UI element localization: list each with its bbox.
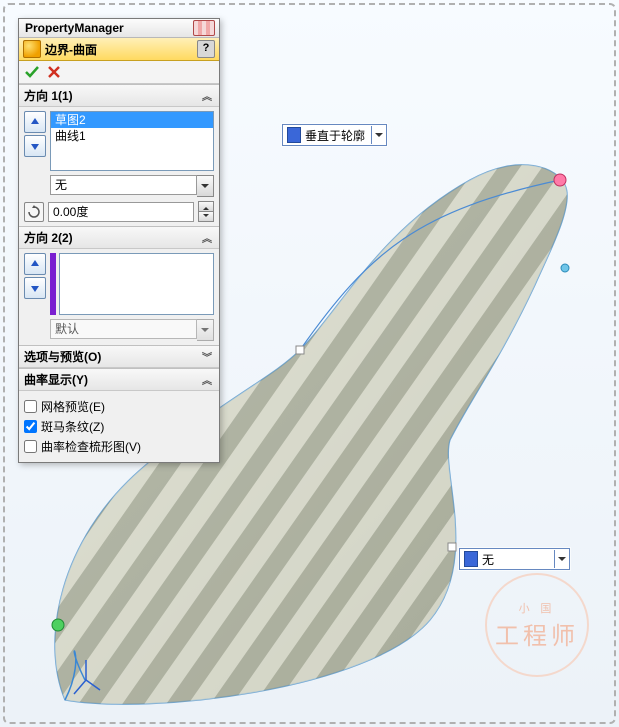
section-title: 曲率显示(Y) <box>24 371 200 388</box>
section-curvature-display: 曲率显示(Y) ︽ 网格预览(E) 斑马条纹(Z) 曲率检查梳形图(V) <box>19 368 219 462</box>
feature-titlebar: 边界-曲面 ? <box>19 38 219 61</box>
watermark: 小 国 工程师 <box>485 573 589 677</box>
ok-button[interactable] <box>24 64 40 80</box>
direction1-type-select[interactable]: 无 <box>50 175 214 197</box>
callout-dropdown-button[interactable] <box>554 550 569 568</box>
boundary-surface-icon <box>23 40 41 58</box>
callout-label: 无 <box>482 551 554 568</box>
list-item[interactable]: 曲线1 <box>51 128 213 144</box>
feature-title: 边界-曲面 <box>45 41 197 58</box>
mesh-preview-checkbox[interactable]: 网格预览(E) <box>24 398 214 415</box>
expand-icon[interactable]: ︾ <box>200 349 214 364</box>
move-down-button[interactable] <box>24 135 46 157</box>
checkbox-input[interactable] <box>24 400 37 413</box>
checkbox-label: 曲率检查梳形图(V) <box>41 438 141 455</box>
curvature-comb-checkbox[interactable]: 曲率检查梳形图(V) <box>24 438 214 455</box>
viewport[interactable]: 垂直于轮廓 无 小 国 工程师 PropertyManager 边界-曲面 ? <box>0 0 619 727</box>
spin-down-button[interactable] <box>198 212 214 222</box>
select-dropdown-button[interactable] <box>197 319 214 341</box>
collapse-icon[interactable]: ︽ <box>200 372 214 387</box>
section-header[interactable]: 曲率显示(Y) ︽ <box>19 369 219 391</box>
callout-dropdown-button[interactable] <box>371 126 386 144</box>
collapse-icon[interactable]: ︽ <box>200 88 214 103</box>
pm-pin-button[interactable] <box>193 20 215 36</box>
angle-input[interactable]: 0.00度 <box>48 202 194 222</box>
confirm-bar <box>19 61 219 84</box>
callout-direction-1[interactable]: 垂直于轮廓 <box>282 124 387 146</box>
callout-direction-2[interactable]: 无 <box>459 548 570 570</box>
direction2-type-select[interactable]: 默认 <box>50 319 214 341</box>
section-options-preview: 选项与预览(O) ︾ <box>19 345 219 368</box>
checkbox-label: 网格预览(E) <box>41 398 105 415</box>
callout-label: 垂直于轮廓 <box>305 127 371 144</box>
zebra-stripes-checkbox[interactable]: 斑马条纹(Z) <box>24 418 214 435</box>
direction2-color-indicator <box>50 253 56 315</box>
pm-title: PropertyManager <box>23 20 189 36</box>
property-manager-panel: PropertyManager 边界-曲面 ? 方向 1(1) ︽ <box>18 18 220 463</box>
select-value: 无 <box>50 175 197 195</box>
direction1-list[interactable]: 草图2 曲线1 <box>50 111 214 171</box>
section-header[interactable]: 选项与预览(O) ︾ <box>19 346 219 368</box>
spin-up-button[interactable] <box>198 201 214 212</box>
section-header[interactable]: 方向 2(2) ︽ <box>19 227 219 249</box>
move-down-button[interactable] <box>24 277 46 299</box>
checkbox-input[interactable] <box>24 440 37 453</box>
checkbox-label: 斑马条纹(Z) <box>41 418 104 435</box>
select-dropdown-button[interactable] <box>197 175 214 197</box>
direction2-list[interactable] <box>59 253 214 315</box>
cancel-button[interactable] <box>46 64 62 80</box>
pm-titlebar: PropertyManager <box>19 19 219 38</box>
section-title: 选项与预览(O) <box>24 348 200 365</box>
move-up-button[interactable] <box>24 253 46 275</box>
section-title: 方向 1(1) <box>24 87 200 104</box>
select-value: 默认 <box>50 319 197 339</box>
callout-swatch <box>464 551 478 567</box>
section-direction-1: 方向 1(1) ︽ 草图2 曲线1 <box>19 84 219 226</box>
checkbox-input[interactable] <box>24 420 37 433</box>
section-title: 方向 2(2) <box>24 229 200 246</box>
list-item[interactable]: 草图2 <box>51 112 213 128</box>
angle-spinner <box>198 201 214 222</box>
section-direction-2: 方向 2(2) ︽ 默认 <box>19 226 219 345</box>
collapse-icon[interactable]: ︽ <box>200 230 214 245</box>
rotation-icon <box>24 202 44 222</box>
section-header[interactable]: 方向 1(1) ︽ <box>19 85 219 107</box>
help-button[interactable]: ? <box>197 40 215 58</box>
callout-swatch <box>287 127 301 143</box>
move-up-button[interactable] <box>24 111 46 133</box>
